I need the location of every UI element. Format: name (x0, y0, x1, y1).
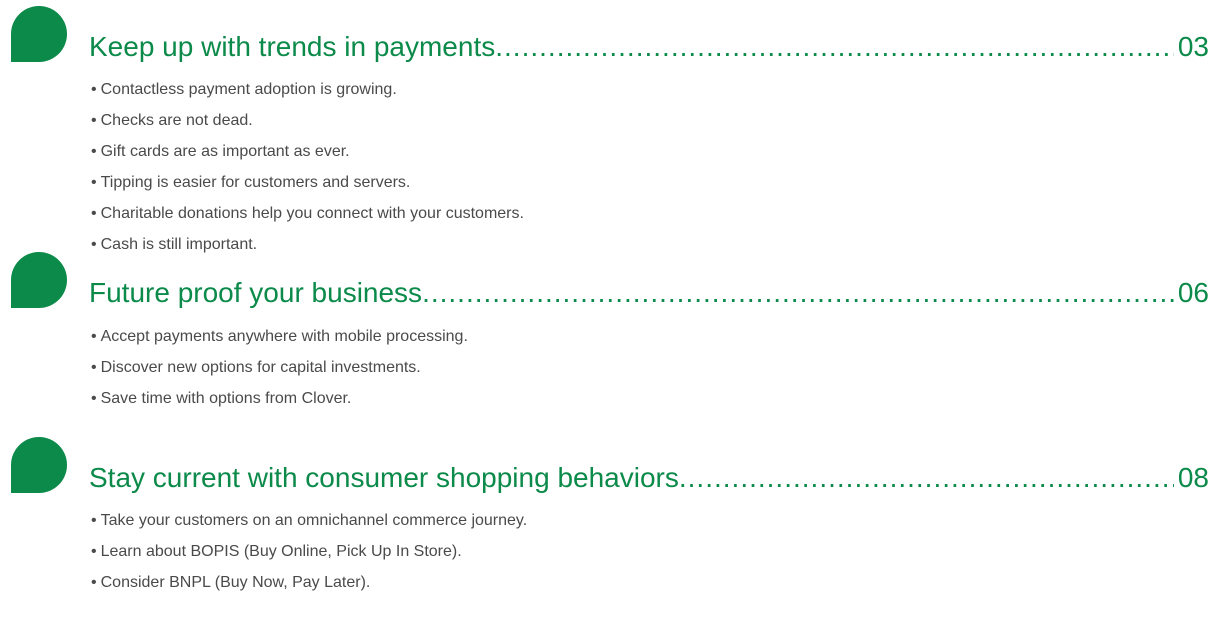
list-item: • Gift cards are as important as ever. (91, 143, 350, 160)
dot-leader (679, 461, 1174, 495)
list-item: • Charitable donations help you connect w… (91, 205, 524, 222)
toc-page-number: 06 (1177, 277, 1209, 308)
bullet-list: • Contactless payment adoption is growing… (91, 74, 524, 260)
section-marker-icon (11, 6, 67, 62)
bullet-icon: • (91, 174, 97, 191)
toc-page-number: 03 (1177, 31, 1209, 62)
bullet-icon: • (91, 543, 97, 560)
list-item: • Accept payments anywhere with mobile pr… (91, 328, 468, 345)
list-item: • Checks are not dead. (91, 112, 253, 129)
list-item: • Consider BNPL (Buy Now, Pay Later). (91, 574, 371, 591)
list-item: • Cash is still important. (91, 236, 258, 253)
bullet-icon: • (91, 112, 97, 129)
bullet-icon: • (91, 390, 97, 407)
bullet-icon: • (91, 143, 97, 160)
list-item: • Discover new options for capital invest… (91, 359, 421, 376)
list-item: • Take your customers on an omnichannel c… (91, 512, 528, 529)
toc-heading-title: Keep up with trends in payments (89, 31, 496, 62)
bullet-icon: • (91, 359, 97, 376)
list-item: • Save time with options from Clover. (91, 390, 352, 407)
toc-heading-link[interactable]: Stay current with consumer shopping beha… (89, 461, 1209, 495)
bullet-icon: • (91, 574, 97, 591)
section-marker-icon (11, 437, 67, 493)
toc-page-number: 08 (1177, 462, 1209, 493)
list-item: • Learn about BOPIS (Buy Online, Pick Up … (91, 543, 462, 560)
toc-heading-link[interactable]: Future proof your business 06 (89, 276, 1209, 310)
list-item: • Tipping is easier for customers and ser… (91, 174, 411, 191)
bullet-list: • Accept payments anywhere with mobile pr… (91, 321, 468, 414)
section-marker-icon (11, 252, 67, 308)
toc-heading-title: Future proof your business (89, 277, 423, 308)
bullet-icon: • (91, 512, 97, 529)
bullet-icon: • (91, 236, 97, 253)
dot-leader (495, 30, 1174, 64)
toc-heading-link[interactable]: Keep up with trends in payments 03 (89, 30, 1209, 64)
list-item: • Contactless payment adoption is growing… (91, 81, 397, 98)
bullet-icon: • (91, 81, 97, 98)
bullet-list: • Take your customers on an omnichannel c… (91, 505, 527, 598)
toc-heading-title: Stay current with consumer shopping beha… (89, 462, 679, 493)
bullet-icon: • (91, 205, 97, 222)
bullet-icon: • (91, 328, 97, 345)
dot-leader (422, 276, 1174, 310)
